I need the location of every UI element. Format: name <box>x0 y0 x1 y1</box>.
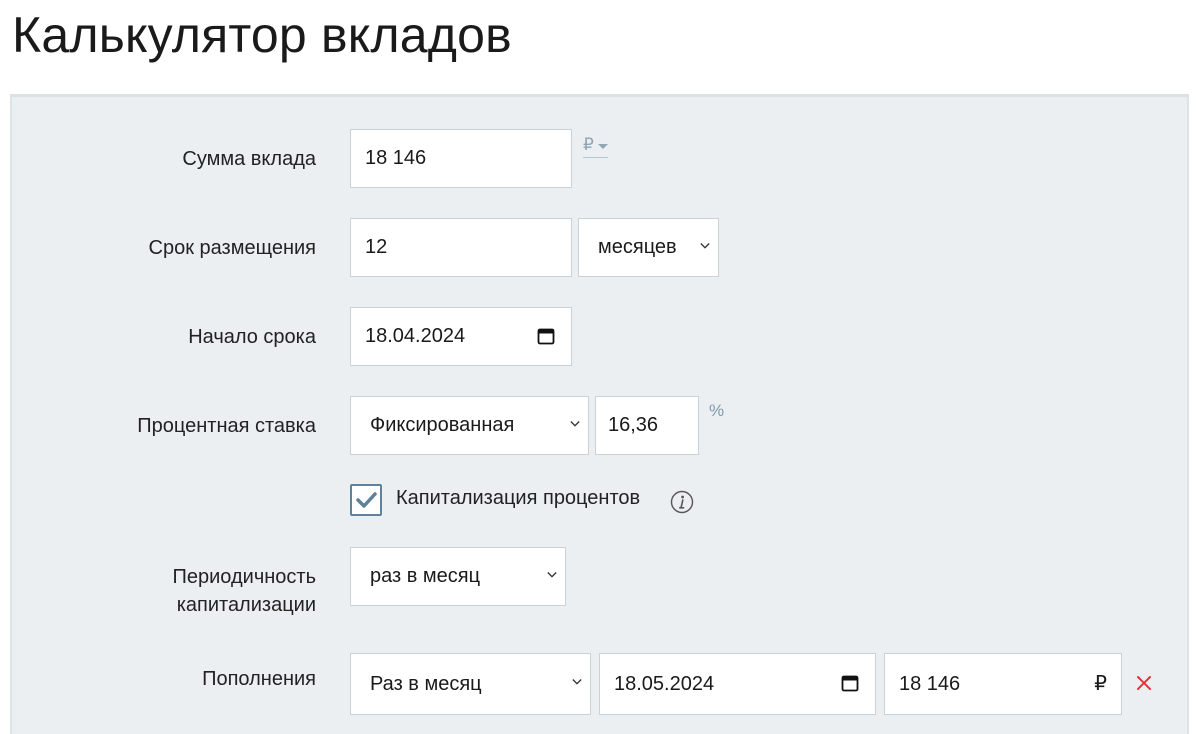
frequency-select[interactable]: раз в месяц <box>350 547 566 606</box>
term-value: 12 <box>365 236 388 258</box>
deposits-amount-value: 18 146 <box>899 672 961 695</box>
caret-down-icon <box>597 143 608 149</box>
amount-label: Сумма вклада <box>182 148 316 170</box>
start-label: Начало срока <box>188 326 316 348</box>
chevron-down-icon <box>700 242 710 249</box>
currency-dropdown[interactable]: ₽ <box>583 135 608 158</box>
deposits-frequency-select[interactable]: Раз в месяц <box>350 653 591 715</box>
start-date-input[interactable]: 18.04.2024 <box>350 307 572 366</box>
capitalization-label[interactable]: Капитализация процентов <box>396 487 640 510</box>
term-unit-value: месяцев <box>598 236 677 258</box>
capitalization-checkbox[interactable] <box>350 484 382 516</box>
info-icon[interactable] <box>670 490 694 514</box>
amount-value: 18 146 <box>365 147 427 169</box>
frequency-label-line1: Периодичность <box>172 566 317 588</box>
deposits-frequency-value: Раз в месяц <box>370 672 482 695</box>
term-label: Срок размещения <box>148 237 316 259</box>
calendar-icon[interactable] <box>537 327 555 345</box>
start-date-value: 18.04.2024 <box>365 325 466 347</box>
deposits-label: Пополнения <box>202 668 316 690</box>
frequency-value: раз в месяц <box>370 565 481 587</box>
deposits-amount-input[interactable]: 18 146 ₽ <box>884 653 1122 715</box>
rate-value: 16,36 <box>608 414 659 436</box>
calendar-icon[interactable] <box>841 674 859 692</box>
chevron-down-icon <box>570 420 580 427</box>
deposits-date-input[interactable]: 18.05.2024 <box>599 653 876 715</box>
check-icon <box>356 492 377 508</box>
chevron-down-icon <box>572 679 582 685</box>
percent-sign: % <box>709 401 725 420</box>
chevron-down-icon <box>547 571 557 578</box>
deposits-date-value: 18.05.2024 <box>614 672 715 695</box>
rate-type-select[interactable]: Фиксированная <box>350 396 589 455</box>
rate-input[interactable]: 16,36 <box>595 396 699 455</box>
amount-input[interactable]: 18 146 <box>350 129 572 188</box>
deposits-currency: ₽ <box>1094 673 1107 695</box>
term-input[interactable]: 12 <box>350 218 572 277</box>
rate-type-value: Фиксированная <box>370 414 515 436</box>
term-unit-select[interactable]: месяцев <box>578 218 719 277</box>
currency-symbol: ₽ <box>583 135 594 154</box>
rate-label: Процентная ставка <box>137 415 316 437</box>
page-title: Калькулятор вкладов <box>12 7 512 63</box>
frequency-label-line2: капитализации <box>176 594 316 616</box>
close-icon[interactable] <box>1135 674 1153 692</box>
